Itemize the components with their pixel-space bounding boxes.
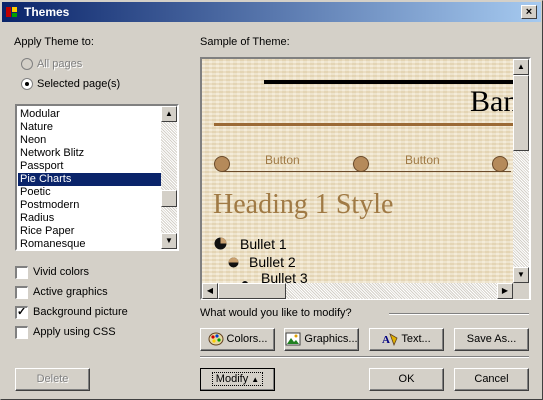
theme-list-scrollbar[interactable]: ▲ ▼ [161,106,177,249]
nav-button-rule [361,171,511,172]
preview-hscroll-thumb[interactable] [218,283,286,299]
ok-button[interactable]: OK [369,368,444,391]
scroll-down-button[interactable]: ▼ [161,233,177,249]
text-style-icon: A [382,333,398,347]
sample-of-theme-label: Sample of Theme: [200,36,290,48]
text-button-label: Text... [401,333,431,345]
delete-button[interactable]: Delete [15,368,90,391]
theme-list-item[interactable]: Network Blitz [18,147,161,160]
preview-scroll-right-button[interactable]: ▶ [497,283,513,299]
background-picture-checkbox[interactable]: ✓ [15,306,28,319]
banner-text: Ban [470,85,513,118]
selected-pages-radio[interactable] [21,78,33,90]
theme-list-item[interactable]: Radius [18,212,161,225]
nav-button-knob-icon [214,156,230,172]
vivid-colors-label: Vivid colors [33,266,90,278]
heading-1-sample: Heading 1 Style [213,189,394,220]
apply-using-css-label: Apply using CSS [33,326,116,338]
save-as-button[interactable]: Save As... [454,328,529,351]
all-pages-label: All pages [37,58,83,70]
nav-button-1-label: Button [265,153,300,167]
graphics-button[interactable]: Graphics... [284,328,359,351]
modify-button[interactable]: Modify ▲ [200,368,275,391]
theme-list-items: Modular Nature Neon Network Blitz Passport Pi… [18,108,161,251]
scroll-up-button[interactable]: ▲ [161,106,177,122]
nav-button-rule [222,171,372,172]
preview-horizontal-scrollbar[interactable]: ◀ ▶ [202,283,513,299]
modify-button-label: Modify [215,373,249,385]
theme-list-item[interactable]: Postmodern [18,199,161,212]
title-bar: Themes × [2,2,541,22]
window-title: Themes [24,5,70,19]
preview-vertical-scrollbar[interactable]: ▲ ▼ [513,59,529,283]
ok-button-label: OK [398,373,415,385]
pie-bullet-icon [214,237,227,250]
bullet-3-text: Bullet 3 [261,270,308,283]
theme-list-item[interactable]: Nature [18,121,161,134]
background-picture-label: Background picture [33,306,128,318]
nav-button-knob-icon [353,156,369,172]
modify-prompt-label: What would you like to modify? [200,307,352,319]
colors-button-label: Colors... [226,333,268,345]
cancel-button-label: Cancel [474,373,509,385]
pie-bullet-icon [228,257,239,268]
theme-list-item[interactable]: Neon [18,134,161,147]
svg-text:A: A [382,334,390,346]
picture-icon [285,332,301,346]
preview-vscroll-thumb[interactable] [513,75,529,151]
modify-prompt-separator [389,313,529,315]
banner-bottom-rule [214,123,513,126]
all-pages-radio[interactable] [21,58,33,70]
close-icon: × [525,6,533,18]
selected-pages-label: Selected page(s) [37,78,121,90]
bottom-separator [200,356,529,358]
themes-dialog: Themes × Apply Theme to: All pages Selec… [0,0,543,400]
theme-list-item[interactable]: Modular [18,108,161,121]
theme-list-item[interactable]: Passport [18,160,161,173]
active-graphics-label: Active graphics [33,286,108,298]
apply-theme-label: Apply Theme to: [14,36,94,48]
preview-scroll-left-button[interactable]: ◀ [202,283,218,299]
preview-scroll-up-button[interactable]: ▲ [513,59,529,75]
theme-list-item[interactable]: Romanesque [18,238,161,251]
theme-preview: Ban Button Button Heading 1 Style Bullet… [202,59,513,283]
apply-using-css-checkbox[interactable] [15,326,28,339]
theme-list-item[interactable]: Rice Paper [18,225,161,238]
bullet-1-text: Bullet 1 [240,236,287,252]
nav-button-2-label: Button [405,153,440,167]
colors-button[interactable]: Colors... [200,328,275,351]
text-button[interactable]: A Text... [369,328,444,351]
save-as-button-label: Save As... [466,333,517,345]
theme-list-item[interactable]: Pie Charts [18,173,161,186]
scroll-thumb[interactable] [161,190,177,207]
palette-icon [208,332,224,346]
banner-top-rule [264,80,513,84]
active-graphics-checkbox[interactable] [15,286,28,299]
checkmark-icon: ✓ [17,306,27,318]
radio-selected-dot [25,82,29,86]
cancel-button[interactable]: Cancel [454,368,529,391]
graphics-button-label: Graphics... [304,333,358,345]
app-icon [6,7,17,17]
nav-button-knob-icon [492,156,508,172]
close-button[interactable]: × [521,5,537,19]
dropdown-arrow-icon: ▲ [251,375,260,384]
delete-button-label: Delete [36,373,69,385]
bullet-2-text: Bullet 2 [249,254,296,270]
theme-list-item[interactable]: Poetic [18,186,161,199]
modify-button-focus: Modify ▲ [211,372,264,386]
vivid-colors-checkbox[interactable] [15,266,28,279]
scrollbar-corner [513,283,529,299]
theme-list[interactable]: Modular Nature Neon Network Blitz Passport Pi… [15,104,179,251]
preview-scroll-down-button[interactable]: ▼ [513,267,529,283]
